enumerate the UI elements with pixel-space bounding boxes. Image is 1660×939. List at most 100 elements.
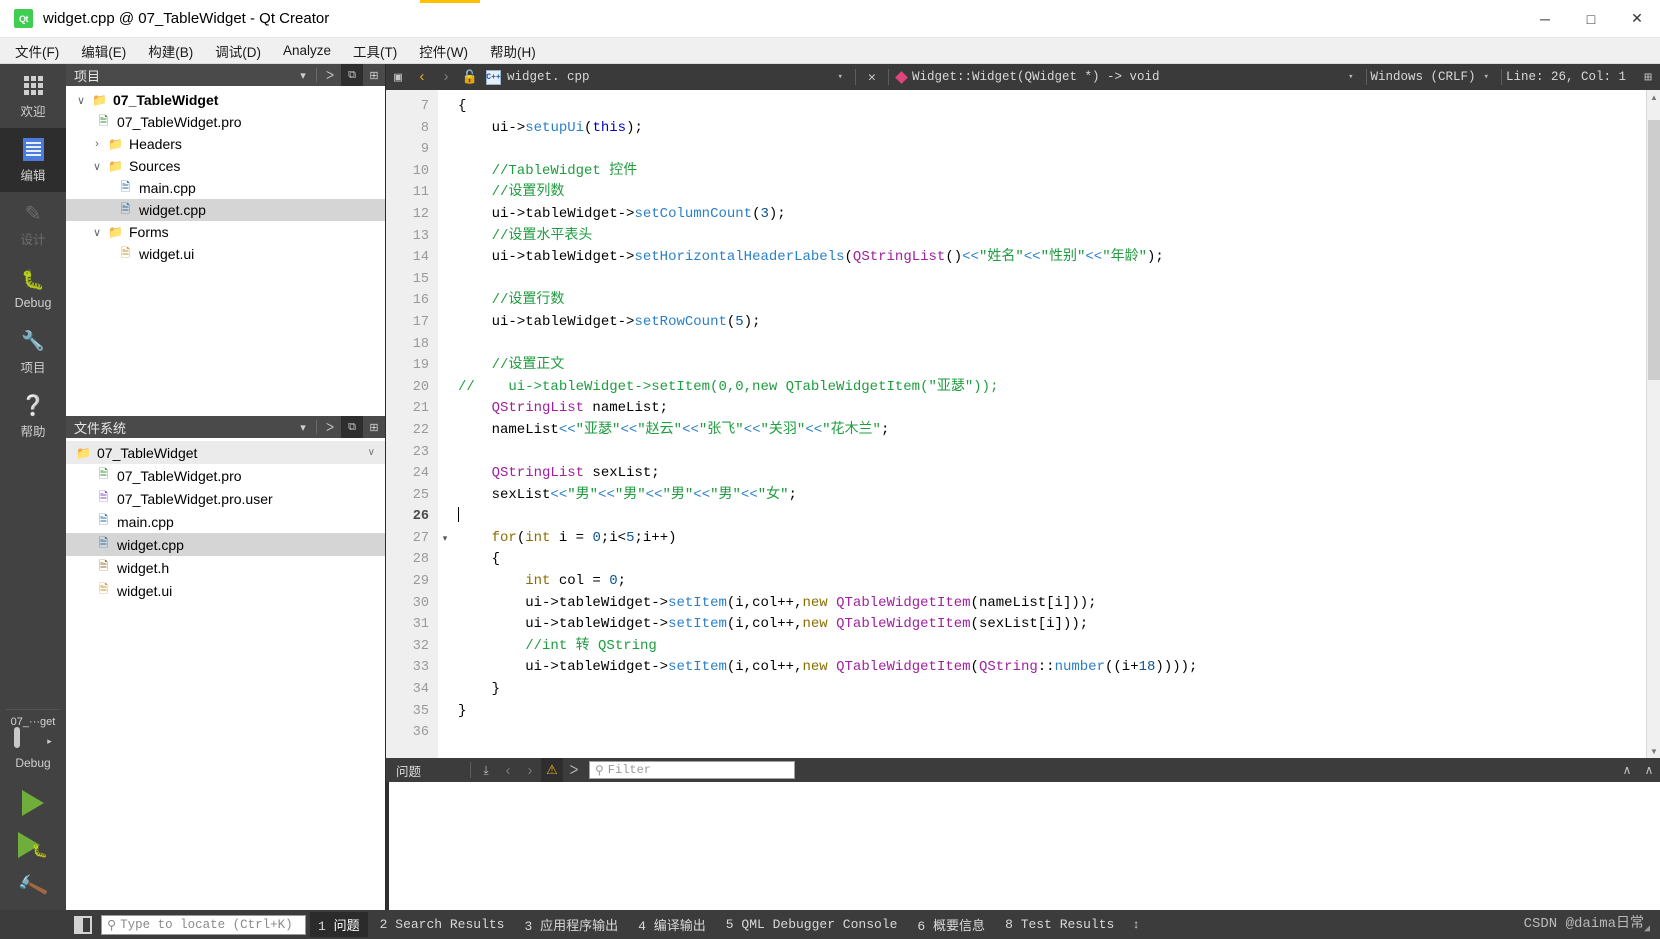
menu-file[interactable]: 文件(F) <box>4 38 70 64</box>
code-line[interactable]: nameList<<"亚瑟"<<"赵云"<<"张飞"<<"关羽"<<"花木兰"; <box>452 420 1660 442</box>
line-ending-selector[interactable]: Windows (CRLF) <box>1371 70 1476 84</box>
scroll-up-arrow-icon[interactable]: ▲ <box>1647 90 1660 104</box>
status-tab-compile-output[interactable]: 4 编译输出 <box>630 912 714 937</box>
code-text-area[interactable]: { ui->setupUi(this); //TableWidget 控件 //… <box>452 90 1660 758</box>
code-line[interactable]: //TableWidget 控件 <box>452 161 1660 183</box>
status-tab-search-results[interactable]: 2 Search Results <box>372 914 513 935</box>
code-line[interactable]: ui->tableWidget->setItem(i,col++,new QTa… <box>452 593 1660 615</box>
code-line[interactable]: int col = 0; <box>452 571 1660 593</box>
code-line[interactable]: ui->tableWidget->setItem(i,col++,new QTa… <box>452 657 1660 679</box>
filter-icon[interactable]: ᐳ <box>319 64 341 86</box>
chevron-down-icon[interactable]: ∨ <box>368 447 385 458</box>
maximize-button[interactable]: □ <box>1568 0 1614 38</box>
code-line[interactable] <box>452 334 1660 356</box>
code-line[interactable]: //设置行数 <box>452 290 1660 312</box>
menu-help[interactable]: 帮助(H) <box>479 38 547 64</box>
code-editor[interactable]: 7 8 9 10 11 12 13 14 15 16 17 18 19 20 21 22 23 24 25 26 27 2… <box>386 90 1660 758</box>
minimize-button[interactable]: ─ <box>1522 0 1568 38</box>
fs-row-main-cpp[interactable]: 🗎 main.cpp <box>66 510 385 533</box>
tree-row-forms[interactable]: ∨ 📁 Forms <box>66 221 385 243</box>
code-line[interactable] <box>452 269 1660 291</box>
mode-debug[interactable]: 🐛 Debug <box>0 256 66 320</box>
code-line[interactable]: } <box>452 679 1660 701</box>
menu-tools[interactable]: 工具(T) <box>342 38 408 64</box>
code-line[interactable]: ui->tableWidget->setColumnCount(3); <box>452 204 1660 226</box>
code-line[interactable]: QStringList sexList; <box>452 463 1660 485</box>
menu-analyze[interactable]: Analyze <box>272 40 342 61</box>
run-button[interactable] <box>22 790 44 816</box>
status-tab-qml-debugger-console[interactable]: 5 QML Debugger Console <box>718 914 906 935</box>
kit-selector[interactable]: ▸ Debug <box>0 727 66 774</box>
start-debugging-button[interactable]: 🐛 <box>18 832 48 858</box>
code-line[interactable] <box>452 506 1660 528</box>
pane-updown-icon[interactable]: ↕ <box>1132 918 1139 932</box>
fold-column[interactable]: ▾ <box>438 90 452 758</box>
mode-edit[interactable]: 编辑 <box>0 128 66 192</box>
tree-row-pro-file[interactable]: 🗎 07_TableWidget.pro <box>66 111 385 133</box>
close-button[interactable]: ✕ <box>1614 0 1660 38</box>
fs-row-pro[interactable]: 🗎 07_TableWidget.pro <box>66 464 385 487</box>
mode-help[interactable]: ❔ 帮助 <box>0 384 66 448</box>
next-issue-icon[interactable]: › <box>519 758 541 782</box>
scroll-down-arrow-icon[interactable]: ▼ <box>1647 744 1660 758</box>
tree-row-project[interactable]: ∨ 📁 07_TableWidget <box>66 89 385 111</box>
menu-window[interactable]: 控件(W) <box>408 38 479 64</box>
fs-row-widget-ui[interactable]: 🗎 widget.ui <box>66 579 385 602</box>
build-button[interactable]: 🔨 <box>16 870 51 904</box>
scrollbar-thumb[interactable] <box>1648 120 1660 380</box>
fs-row-widget-h[interactable]: 🗎 widget.h <box>66 556 385 579</box>
code-line[interactable] <box>452 139 1660 161</box>
filter-icon[interactable]: ᐳ <box>563 758 585 782</box>
tree-row-headers[interactable]: › 📁 Headers <box>66 133 385 155</box>
menu-edit[interactable]: 编辑(E) <box>70 38 137 64</box>
code-line[interactable] <box>452 722 1660 744</box>
code-line[interactable]: ui->setupUi(this); <box>452 118 1660 140</box>
navigate-back-icon[interactable]: ‹ <box>410 64 434 90</box>
code-line[interactable]: //设置正文 <box>452 355 1660 377</box>
code-line[interactable]: // ui->tableWidget->setItem(0,0,new QTab… <box>452 377 1660 399</box>
locator-input[interactable]: ⚲ Type to locate (Ctrl+K) <box>101 914 306 935</box>
sidebar-toggle-icon[interactable] <box>74 915 92 934</box>
chevron-down-icon[interactable]: ▾ <box>1476 72 1497 82</box>
code-line[interactable]: for(int i = 0;i<5;i++) <box>452 528 1660 550</box>
tree-row-widget-cpp[interactable]: 🗎 widget.cpp <box>66 199 385 221</box>
close-document-icon[interactable]: ✕ <box>860 64 884 90</box>
link-icon[interactable]: ⧉ <box>341 416 363 438</box>
chevron-down-icon[interactable]: ▾ <box>292 416 314 438</box>
filter-icon[interactable]: ᐳ <box>319 416 341 438</box>
status-tab-app-output[interactable]: 3 应用程序输出 <box>516 912 626 937</box>
mode-projects[interactable]: 🔧 项目 <box>0 320 66 384</box>
menu-build[interactable]: 构建(B) <box>137 38 204 64</box>
expand-arrow-icon[interactable]: › <box>88 138 106 150</box>
menu-debug[interactable]: 调试(D) <box>204 38 272 64</box>
navigate-forward-icon[interactable]: › <box>434 64 458 90</box>
tree-row-main-cpp[interactable]: 🗎 main.cpp <box>66 177 385 199</box>
fold-marker-icon[interactable]: ▾ <box>438 528 452 550</box>
expand-arrow-icon[interactable]: ∨ <box>72 94 90 107</box>
fs-row-pro-user[interactable]: 🗎 07_TableWidget.pro.user <box>66 487 385 510</box>
code-line[interactable]: } <box>452 701 1660 723</box>
filter-input[interactable]: ⚲ Filter <box>589 761 795 779</box>
split-icon[interactable]: ⊞ <box>363 416 385 438</box>
fs-row-widget-cpp[interactable]: 🗎 widget.cpp <box>66 533 385 556</box>
prev-issue-icon[interactable]: ‹ <box>497 758 519 782</box>
fs-row-root[interactable]: 📁 07_TableWidget ∨ <box>66 441 385 464</box>
expand-arrow-icon[interactable]: ∨ <box>88 226 106 239</box>
code-line[interactable]: sexList<<"男"<<"男"<<"男"<<"男"<<"女"; <box>452 485 1660 507</box>
code-line[interactable]: QStringList nameList; <box>452 398 1660 420</box>
code-line[interactable]: { <box>452 96 1660 118</box>
open-file-combo[interactable]: C++ widget. cpp <box>482 69 590 85</box>
chevron-down-icon[interactable]: ▾ <box>830 72 851 82</box>
status-tab-issues[interactable]: 1 问题 <box>310 912 368 937</box>
chevron-down-icon[interactable]: ▾ <box>1340 72 1361 82</box>
tree-row-sources[interactable]: ∨ 📁 Sources <box>66 155 385 177</box>
lock-icon[interactable]: 🔓 <box>458 64 482 90</box>
code-line[interactable] <box>452 442 1660 464</box>
link-icon[interactable]: ⧉ <box>341 64 363 86</box>
code-line[interactable]: //int 转 QString <box>452 636 1660 658</box>
collapse-icon[interactable]: ∧ <box>1616 758 1638 782</box>
status-tab-test-results[interactable]: 8 Test Results <box>997 914 1122 935</box>
split-icon[interactable]: ⊞ <box>363 64 385 86</box>
status-tab-general-messages[interactable]: 6 概要信息 <box>909 912 993 937</box>
code-line[interactable]: ui->tableWidget->setRowCount(5); <box>452 312 1660 334</box>
